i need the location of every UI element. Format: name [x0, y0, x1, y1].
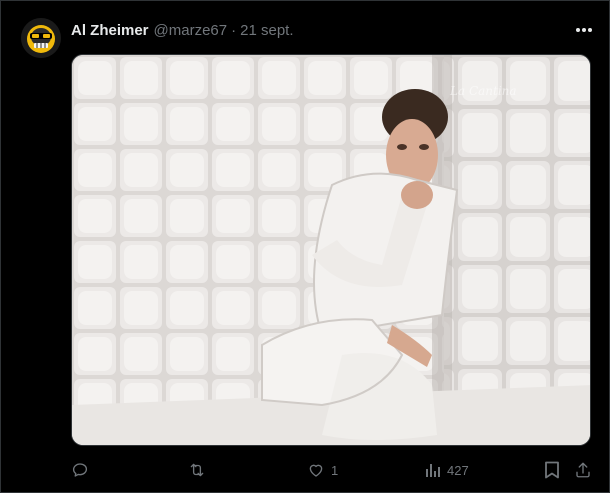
bookmark-icon [545, 461, 559, 479]
skull-avatar-icon [21, 18, 61, 58]
bookmark-button[interactable] [544, 459, 560, 481]
heart-icon [309, 464, 323, 477]
author-name[interactable]: Al Zheimer [71, 22, 149, 39]
post-header: Al Zheimer @marze67 · 21 sept. [71, 19, 294, 41]
avatar[interactable] [21, 18, 61, 58]
more-dots-icon [576, 28, 592, 32]
post-card[interactable]: Al Zheimer @marze67 · 21 sept. La Cantin… [0, 0, 610, 493]
action-bar: 1 427 [71, 459, 596, 481]
post-media[interactable]: La Cantina [71, 54, 591, 446]
reply-button[interactable] [71, 459, 95, 481]
views-chart-icon [426, 464, 440, 477]
watermark: La Cantina [450, 84, 517, 98]
views-button[interactable]: 427 [425, 459, 469, 481]
like-button[interactable]: 1 [307, 459, 338, 481]
separator: · [231, 21, 237, 39]
author-handle[interactable]: @marze67 [154, 22, 228, 39]
repost-icon [190, 463, 204, 477]
post-date[interactable]: 21 sept. [240, 22, 293, 39]
repost-button[interactable] [187, 459, 213, 481]
padded-cell-photo [72, 55, 590, 445]
share-button[interactable] [574, 459, 592, 481]
share-icon [576, 462, 590, 478]
reply-icon [72, 463, 88, 477]
views-count: 427 [447, 462, 469, 478]
like-count: 1 [331, 462, 339, 478]
more-button[interactable] [573, 19, 595, 41]
